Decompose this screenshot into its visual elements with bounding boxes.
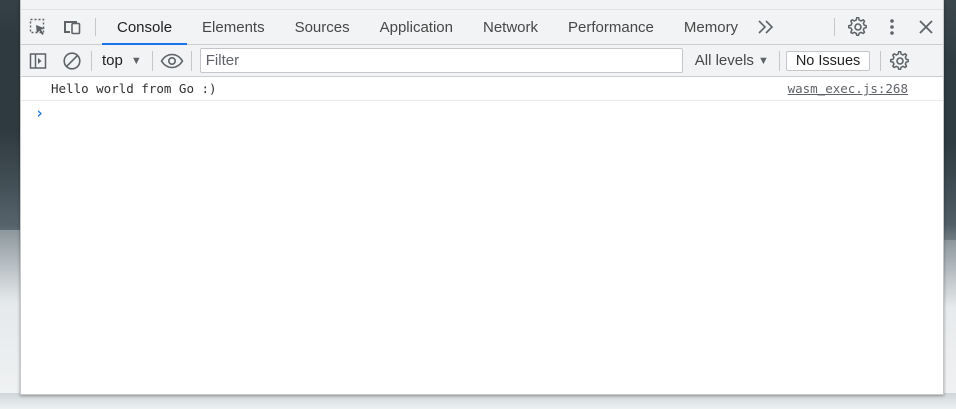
context-selector-label: top — [102, 52, 123, 69]
toolbar-divider — [778, 50, 780, 71]
context-selector[interactable]: top ▼ — [94, 45, 150, 77]
tab-console[interactable]: Console — [102, 10, 188, 45]
toolbar-divider — [151, 50, 153, 71]
toolbar-divider — [95, 18, 96, 36]
toolbar-divider — [190, 50, 192, 71]
console-prompt[interactable]: › — [21, 101, 943, 125]
console-message-text: Hello world from Go :) — [51, 81, 217, 96]
tab-memory[interactable]: Memory — [669, 10, 753, 44]
filter-input[interactable] — [199, 48, 683, 73]
eye-icon[interactable] — [155, 45, 189, 77]
console-output: Hello world from Go :) wasm_exec.js:268 … — [21, 77, 943, 125]
dropdown-arrow-icon: ▼ — [130, 54, 142, 67]
devtools-window: Console Elements Sources Application Net… — [20, 0, 944, 395]
chevron-right-icon: › — [35, 104, 45, 122]
toolbar-divider — [834, 18, 835, 36]
panel-tabs: Console Elements Sources Application Net… — [102, 10, 753, 45]
more-vert-icon[interactable] — [875, 10, 909, 44]
tab-performance[interactable]: Performance — [553, 10, 669, 44]
tab-elements[interactable]: Elements — [187, 10, 280, 44]
clear-console-icon[interactable] — [55, 45, 89, 77]
tab-bar-spacer — [779, 10, 828, 44]
close-icon[interactable] — [909, 10, 943, 44]
background-snow-bottom — [0, 393, 956, 409]
tab-network[interactable]: Network — [468, 10, 553, 44]
device-toolbar-icon[interactable] — [55, 10, 89, 44]
toolbar-divider — [91, 50, 92, 71]
background-snow-left — [0, 230, 22, 409]
devtools-top-strip — [21, 0, 943, 10]
issues-button[interactable]: No Issues — [785, 50, 871, 71]
tab-sources[interactable]: Sources — [280, 10, 365, 44]
tab-application[interactable]: Application — [365, 10, 468, 44]
toolbar-divider — [880, 50, 882, 71]
background-snow-right — [942, 240, 956, 409]
log-levels-label: All levels — [694, 52, 754, 69]
chevron-double-right-icon[interactable] — [753, 10, 779, 44]
devtools-tab-bar: Console Elements Sources Application Net… — [21, 10, 943, 45]
window-controls — [828, 10, 943, 44]
inspect-element-icon[interactable] — [21, 10, 55, 44]
dropdown-arrow-icon: ▼ — [757, 54, 769, 67]
sidebar-toggle-icon[interactable] — [21, 45, 55, 77]
console-toolbar: top ▼ All levels ▼ No Issues — [21, 45, 943, 77]
console-settings-gear-icon[interactable] — [883, 45, 917, 77]
console-message: Hello world from Go :) wasm_exec.js:268 — [21, 77, 943, 101]
log-levels-dropdown[interactable]: All levels ▼ — [687, 45, 777, 77]
console-message-source-link[interactable]: wasm_exec.js:268 — [788, 81, 908, 96]
gear-icon[interactable] — [841, 10, 875, 44]
